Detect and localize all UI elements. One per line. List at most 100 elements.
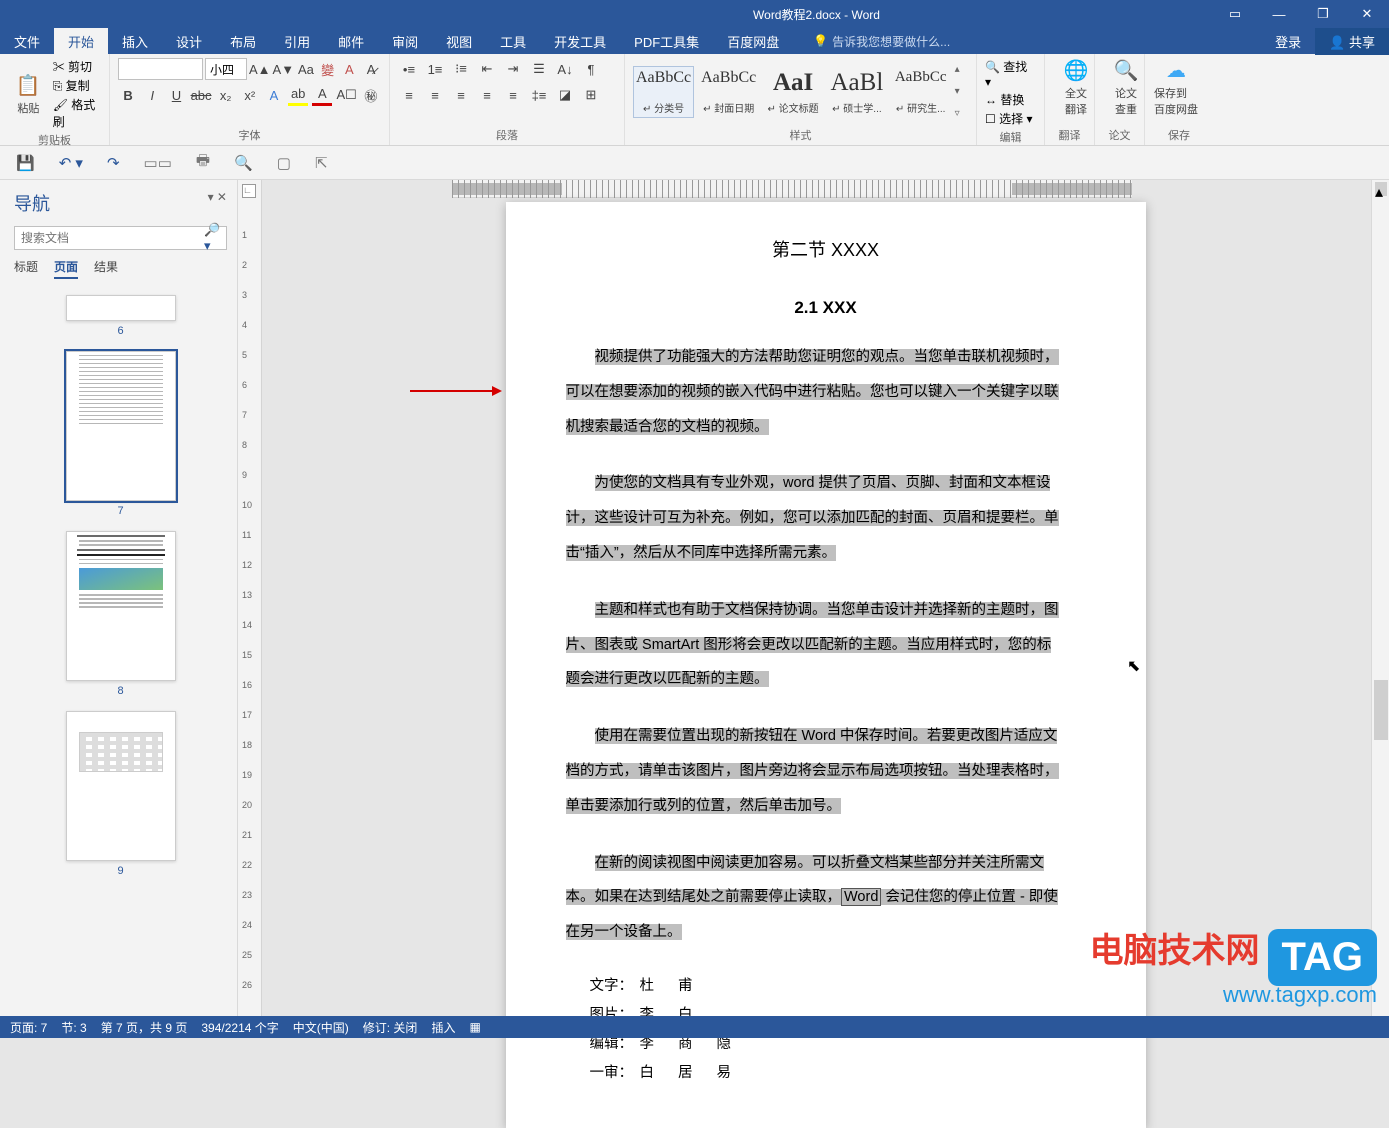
style-item[interactable]: AaBbCc↵ 封面日期	[698, 66, 759, 118]
share-button[interactable]: 👤 共享	[1315, 28, 1389, 55]
strike-icon[interactable]: abc	[191, 84, 212, 106]
select-button[interactable]: ☐ 选择 ▾	[985, 110, 1036, 127]
increase-indent-icon[interactable]: ⇥	[502, 58, 524, 80]
page-thumb[interactable]	[66, 351, 176, 501]
line-spacing-icon[interactable]: ‡≡	[528, 84, 550, 106]
style-item[interactable]: AaBbCc↵ 研究生...	[891, 66, 951, 118]
find-button[interactable]: 🔍 查找 ▾	[985, 58, 1036, 89]
style-item[interactable]: AaBbCc↵ 分类号	[633, 66, 694, 118]
align-left-icon[interactable]: ≡	[398, 84, 420, 106]
tab-dev[interactable]: 开发工具	[540, 28, 620, 55]
tab-insert[interactable]: 插入	[108, 28, 162, 55]
decrease-indent-icon[interactable]: ⇤	[476, 58, 498, 80]
page-thumb[interactable]	[66, 531, 176, 681]
font-name-input[interactable]	[118, 58, 203, 80]
multilevel-list-icon[interactable]: ⁝≡	[450, 58, 472, 80]
char-border-icon[interactable]: A	[340, 58, 360, 80]
tab-home[interactable]: 开始	[54, 28, 108, 55]
nav-search[interactable]: 🔎▾	[14, 226, 227, 250]
tab-file[interactable]: 文件	[0, 28, 54, 55]
qat-icon-1[interactable]: ▭▭	[144, 154, 172, 172]
highlight-icon[interactable]: ab	[288, 84, 308, 106]
thumb-strip[interactable]: 6 7 8 9	[14, 291, 227, 991]
status-track[interactable]: 修订: 关闭	[363, 1019, 418, 1036]
tab-design[interactable]: 设计	[162, 28, 216, 55]
nav-tab-headings[interactable]: 标题	[14, 258, 38, 279]
style-item[interactable]: AaBl↵ 硕士学...	[827, 66, 887, 118]
char-shading-icon[interactable]: A☐	[336, 84, 356, 106]
bold-icon[interactable]: B	[118, 84, 138, 106]
underline-icon[interactable]: U	[166, 84, 186, 106]
page-thumb[interactable]	[66, 711, 176, 861]
tab-view[interactable]: 视图	[432, 28, 486, 55]
status-macro-icon[interactable]: ▦	[469, 1020, 480, 1034]
status-page-of[interactable]: 第 7 页，共 9 页	[101, 1019, 188, 1036]
ribbon-display-icon[interactable]: ▭	[1213, 0, 1257, 28]
grow-font-icon[interactable]: A▲	[249, 58, 271, 80]
format-painter-button[interactable]: 🖌 格式刷	[53, 96, 101, 130]
show-marks-icon[interactable]: ¶	[580, 58, 602, 80]
nav-search-input[interactable]	[15, 229, 204, 247]
tell-me[interactable]: 💡告诉我您想要做什么...	[813, 33, 950, 50]
translate-button[interactable]: 🌐全文 翻译	[1053, 58, 1099, 117]
minimize-icon[interactable]: —	[1257, 0, 1301, 28]
asian-layout-icon[interactable]: ☰	[528, 58, 550, 80]
nav-tab-pages[interactable]: 页面	[54, 258, 78, 279]
undo-icon[interactable]: ↶ ▾	[59, 154, 83, 172]
justify-icon[interactable]: ≡	[476, 84, 498, 106]
replace-button[interactable]: ↔ 替换	[985, 91, 1036, 108]
font-size-input[interactable]	[205, 58, 247, 80]
bullet-list-icon[interactable]: •≡	[398, 58, 420, 80]
status-section[interactable]: 节: 3	[61, 1019, 86, 1036]
align-center-icon[interactable]: ≡	[424, 84, 446, 106]
cut-button[interactable]: ✂ 剪切	[53, 58, 101, 75]
page-thumb[interactable]	[66, 295, 176, 321]
tab-layout[interactable]: 布局	[216, 28, 270, 55]
italic-icon[interactable]: I	[142, 84, 162, 106]
save-cloud-button[interactable]: ☁保存到 百度网盘	[1153, 58, 1199, 117]
restore-icon[interactable]: ❐	[1301, 0, 1345, 28]
qat-icon-4[interactable]: ▢	[277, 154, 291, 172]
font-color-icon[interactable]: A	[312, 84, 332, 106]
subscript-icon[interactable]: x₂	[216, 84, 236, 106]
qat-icon-2[interactable]: 🖶	[196, 150, 210, 175]
paper-check-button[interactable]: 🔍论文 查重	[1103, 58, 1149, 117]
login-button[interactable]: 登录	[1261, 28, 1315, 55]
distribute-icon[interactable]: ≡	[502, 84, 524, 106]
scroll-thumb[interactable]	[1374, 680, 1388, 740]
sort-icon[interactable]: A↓	[554, 58, 576, 80]
align-right-icon[interactable]: ≡	[450, 84, 472, 106]
phonetic-icon[interactable]: 變	[318, 58, 338, 80]
clear-format-icon[interactable]: A̷	[361, 58, 381, 80]
qat-icon-3[interactable]: 🔍	[234, 154, 253, 172]
styles-more-icon[interactable]: ▴▾▿	[955, 58, 968, 125]
superscript-icon[interactable]: x²	[240, 84, 260, 106]
change-case-icon[interactable]: Aa	[296, 58, 316, 80]
status-page[interactable]: 页面: 7	[10, 1019, 47, 1036]
status-words[interactable]: 394/2214 个字	[201, 1019, 278, 1036]
shading-icon[interactable]: ◪	[554, 84, 576, 106]
copy-button[interactable]: ⎘ 复制	[53, 77, 101, 94]
tab-tools[interactable]: 工具	[486, 28, 540, 55]
enclose-icon[interactable]: ㊙	[361, 84, 381, 106]
save-icon[interactable]: 💾	[16, 154, 35, 172]
redo-icon[interactable]: ↷	[107, 154, 120, 172]
ruler-horizontal[interactable]	[452, 180, 1132, 198]
tab-baidu[interactable]: 百度网盘	[713, 28, 793, 55]
status-insert[interactable]: 插入	[431, 1019, 455, 1036]
search-icon[interactable]: 🔎▾	[204, 227, 226, 249]
nav-tab-results[interactable]: 结果	[94, 258, 118, 279]
status-lang[interactable]: 中文(中国)	[293, 1019, 349, 1036]
close-icon[interactable]: ✕	[1345, 0, 1389, 28]
paste-button[interactable]: 📋粘贴	[8, 73, 49, 116]
document-page[interactable]: 第二节 XXXX 2.1 XXX 视频提供了功能强大的方法帮助您证明您的观点。当…	[506, 202, 1146, 1128]
number-list-icon[interactable]: 1≡	[424, 58, 446, 80]
tab-mail[interactable]: 邮件	[324, 28, 378, 55]
nav-close-icon[interactable]: ▾ ✕	[208, 190, 227, 204]
style-item[interactable]: AaI↵ 论文标题	[763, 66, 823, 118]
tab-refs[interactable]: 引用	[270, 28, 324, 55]
scrollbar-vertical[interactable]: ▴	[1371, 180, 1389, 1016]
shrink-font-icon[interactable]: A▼	[273, 58, 295, 80]
tab-pdf[interactable]: PDF工具集	[620, 28, 713, 55]
qat-icon-5[interactable]: ⇱	[315, 154, 328, 172]
